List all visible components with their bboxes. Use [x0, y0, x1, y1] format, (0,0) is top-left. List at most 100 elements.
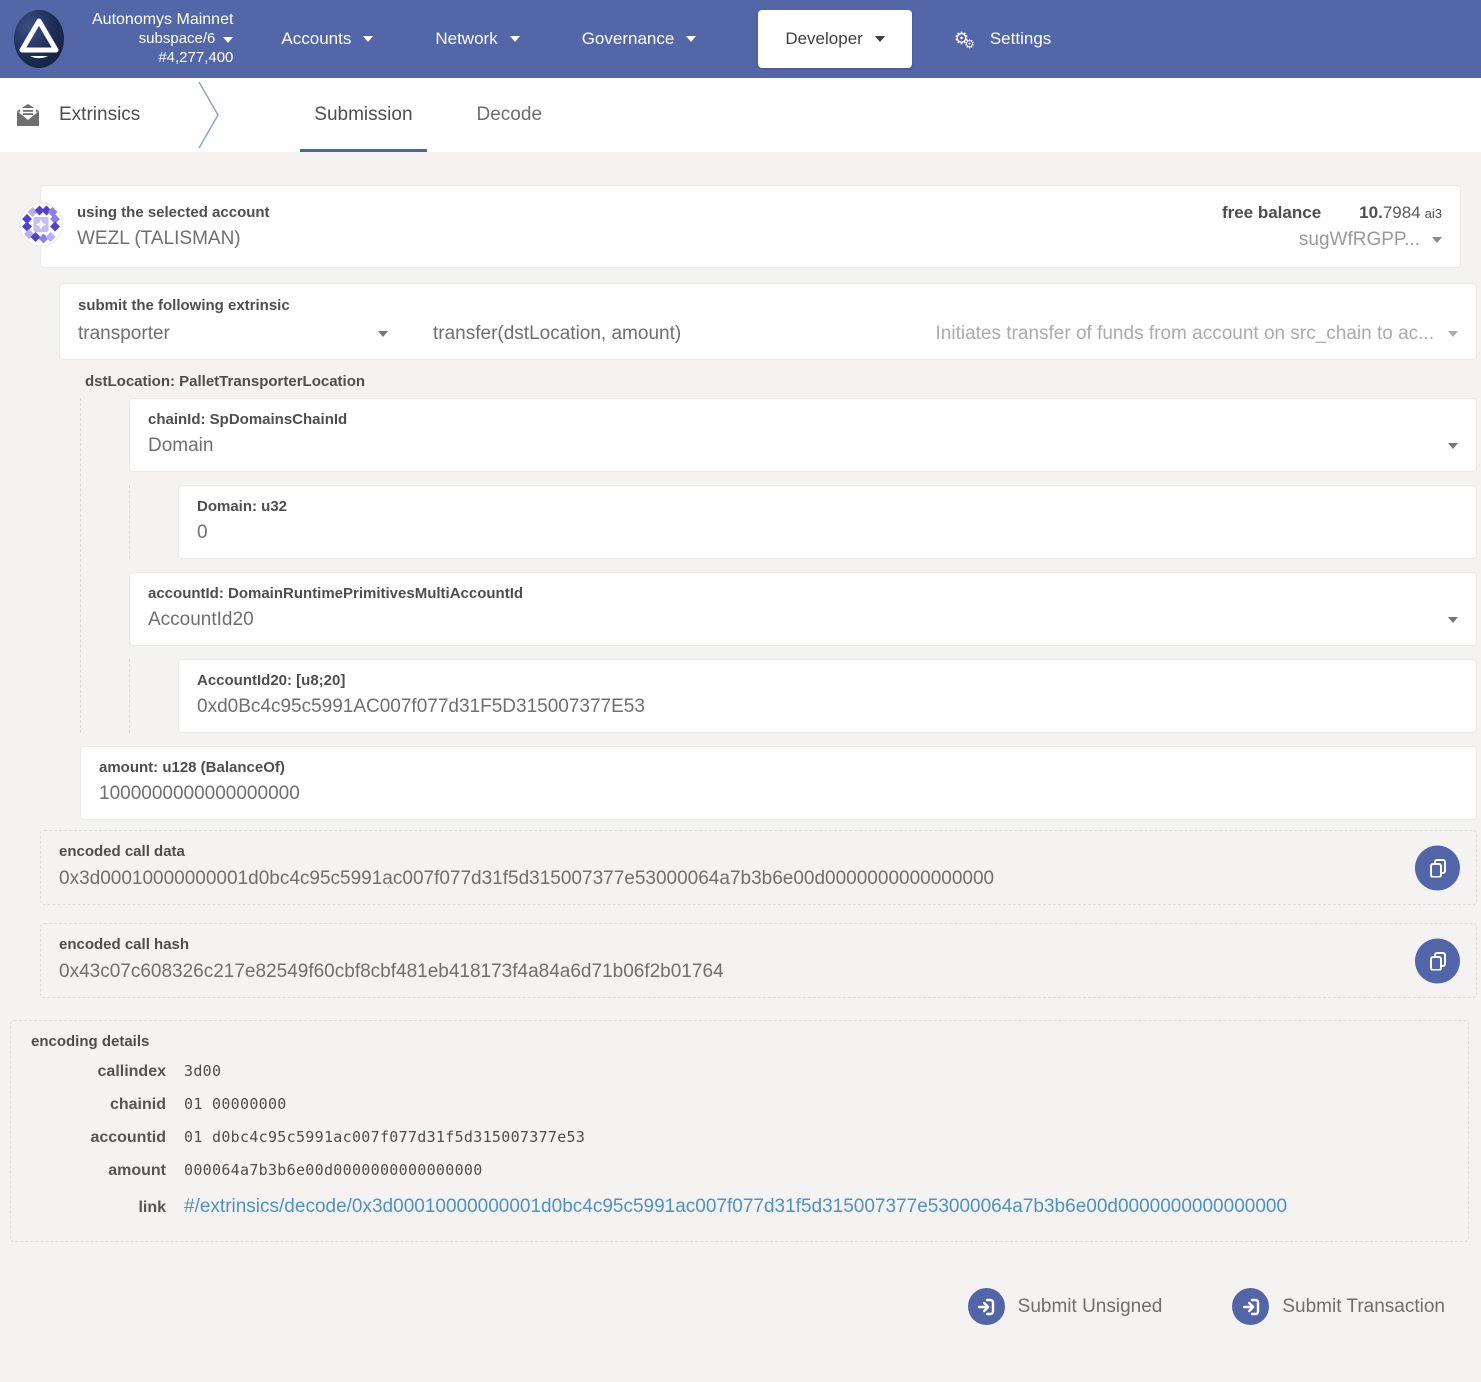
method-description-dropdown[interactable]: Initiates transfer of funds from account…: [936, 323, 1458, 345]
main-nav: Accounts Network Governance Developer ⚙⚙…: [281, 0, 1051, 78]
pallet-value: transporter: [78, 323, 170, 345]
chain-id-select[interactable]: chainId: SpDomainsChainId Domain: [129, 398, 1477, 472]
submit-transaction-button[interactable]: Submit Transaction: [1226, 1287, 1451, 1326]
encoded-call-hash-box: encoded call hash 0x43c07c608326c217e825…: [40, 923, 1477, 998]
block-number: #4,277,400: [158, 49, 233, 68]
account-id20-value: 0xd0Bc4c95c5991AC007f077d31F5D315007377E…: [197, 696, 1458, 718]
domain-value: 0: [197, 522, 1458, 544]
free-balance-label: free balance: [1222, 203, 1321, 222]
submit-unsigned-button[interactable]: Submit Unsigned: [962, 1287, 1169, 1326]
nav-network[interactable]: Network: [435, 29, 519, 49]
extrinsic-label: submit the following extrinsic: [78, 297, 1458, 314]
encoding-details-box: encoding details callindex 3d00 chainid …: [10, 1020, 1469, 1242]
account-id-label: accountId: DomainRuntimePrimitivesMultiA…: [148, 585, 1458, 602]
copy-icon: [1428, 858, 1448, 878]
encoding-details-label: encoding details: [31, 1033, 1448, 1050]
domain-label: Domain: u32: [197, 498, 1458, 515]
account-label: using the selected account: [77, 204, 270, 221]
submit-transaction-label: Submit Transaction: [1282, 1296, 1445, 1318]
page-title: Extrinsics: [59, 104, 140, 126]
nav-governance[interactable]: Governance: [582, 29, 697, 49]
submit-unsigned-label: Submit Unsigned: [1018, 1296, 1163, 1318]
account-identicon[interactable]: [19, 202, 63, 251]
chevron-down-icon: [1432, 237, 1442, 243]
balance-integer: 10.: [1359, 203, 1383, 222]
detail-key: chainid: [31, 1094, 166, 1116]
network-selector[interactable]: Autonomys Mainnet subspace/6 #4,277,400: [92, 10, 233, 68]
decode-link[interactable]: #/extrinsics/decode/0x3d00010000000001d0…: [184, 1196, 1287, 1218]
amount-value: 1000000000000000000: [99, 783, 1458, 805]
account-id-nested-group: AccountId20: [u8;20] 0xd0Bc4c95c5991AC00…: [129, 659, 1481, 733]
copy-call-data-button[interactable]: [1415, 845, 1460, 890]
account-address-short: sugWfRGPP...: [1299, 229, 1420, 251]
nav-accounts-label: Accounts: [281, 29, 351, 49]
chevron-down-icon: [1448, 443, 1458, 449]
account-address-dropdown[interactable]: sugWfRGPP...: [1222, 229, 1442, 251]
account-id-value: AccountId20: [148, 609, 254, 631]
chain-id-label: chainId: SpDomainsChainId: [148, 411, 1458, 428]
detail-value: 000064a7b3b6e00d0000000000000000: [184, 1159, 483, 1181]
detail-value: 01 00000000: [184, 1093, 287, 1115]
chevron-down-icon: [223, 37, 233, 43]
autonomys-logo-icon: [8, 8, 70, 70]
encoded-call-data-box: encoded call data 0x3d00010000000001d0bc…: [40, 830, 1477, 905]
nav-developer[interactable]: Developer: [758, 10, 912, 68]
network-name: Autonomys Mainnet: [92, 10, 233, 30]
encoded-call-hash-label: encoded call hash: [59, 936, 1386, 953]
gears-icon: ⚙⚙: [954, 31, 980, 48]
sign-in-icon: [1232, 1288, 1269, 1325]
main-content: using the selected account WEZL (TALISMA…: [0, 152, 1481, 1326]
copy-call-hash-button[interactable]: [1415, 938, 1460, 983]
copy-icon: [1428, 951, 1448, 971]
chevron-down-icon: [1448, 331, 1458, 337]
chevron-down-icon: [875, 36, 885, 42]
nav-settings-label: Settings: [990, 29, 1051, 49]
free-balance: free balance10.7984ai3: [1222, 203, 1442, 223]
chevron-down-icon: [510, 36, 520, 42]
detail-row-chainid: chainid 01 00000000: [31, 1093, 1448, 1116]
tab-bar: Extrinsics Submission Decode: [0, 78, 1481, 152]
method-select[interactable]: transfer(dstLocation, amount): [433, 323, 681, 345]
app-header: Autonomys Mainnet subspace/6 #4,277,400 …: [0, 0, 1481, 78]
nav-network-label: Network: [435, 29, 497, 49]
chevron-down-icon: [686, 36, 696, 42]
chevron-down-icon: [363, 36, 373, 42]
nav-settings[interactable]: ⚙⚙ Settings: [954, 29, 1051, 49]
tab-submission-label: Submission: [314, 104, 412, 126]
autonomys-logo[interactable]: [8, 8, 70, 70]
detail-key: amount: [31, 1160, 166, 1182]
chain-id-nested-group: Domain: u32 0: [129, 485, 1481, 559]
account-id-select[interactable]: accountId: DomainRuntimePrimitivesMultiA…: [129, 572, 1477, 646]
nav-accounts[interactable]: Accounts: [281, 29, 373, 49]
chevron-down-icon: [378, 331, 388, 337]
tab-decode[interactable]: Decode: [445, 78, 575, 152]
sign-in-icon: [968, 1288, 1005, 1325]
account-name: WEZL (TALISMAN): [77, 228, 270, 250]
detail-row-link: link #/extrinsics/decode/0x3d00010000000…: [31, 1196, 1448, 1219]
domain-input[interactable]: Domain: u32 0: [178, 485, 1477, 559]
pallet-select[interactable]: transporter: [78, 323, 388, 345]
nav-governance-label: Governance: [582, 29, 675, 49]
account-id20-input[interactable]: AccountId20: [u8;20] 0xd0Bc4c95c5991AC00…: [178, 659, 1477, 733]
extrinsic-selector-card: submit the following extrinsic transport…: [59, 283, 1477, 360]
balance-fraction: 7984: [1383, 203, 1421, 222]
tab-submission[interactable]: Submission: [282, 78, 444, 152]
chain-spec: subspace/6: [139, 30, 216, 49]
dst-location-label: dstLocation: PalletTransporterLocation: [85, 373, 1481, 390]
detail-key: accountid: [31, 1127, 166, 1149]
chevron-down-icon: [1448, 617, 1458, 623]
amount-input[interactable]: amount: u128 (BalanceOf) 100000000000000…: [80, 746, 1477, 820]
detail-value: 3d00: [184, 1060, 221, 1082]
encoded-call-hash-value: 0x43c07c608326c217e82549f60cbf8cbf481eb4…: [59, 961, 1386, 983]
actions-row: Submit Unsigned Submit Transaction: [0, 1287, 1481, 1326]
detail-row-accountid: accountid 01 d0bc4c95c5991ac007f077d31f5…: [31, 1126, 1448, 1149]
account-card: using the selected account WEZL (TALISMA…: [40, 185, 1461, 268]
nav-developer-label: Developer: [785, 29, 863, 49]
detail-value: 01 d0bc4c95c5991ac007f077d31f5d315007377…: [184, 1126, 585, 1148]
params-group: chainId: SpDomainsChainId Domain Domain:…: [80, 398, 1481, 733]
selected-account[interactable]: using the selected account WEZL (TALISMA…: [77, 204, 270, 250]
tab-decode-label: Decode: [477, 104, 543, 126]
detail-key: callindex: [31, 1061, 166, 1083]
encoded-call-data-label: encoded call data: [59, 843, 1386, 860]
account-id20-label: AccountId20: [u8;20]: [197, 672, 1458, 689]
